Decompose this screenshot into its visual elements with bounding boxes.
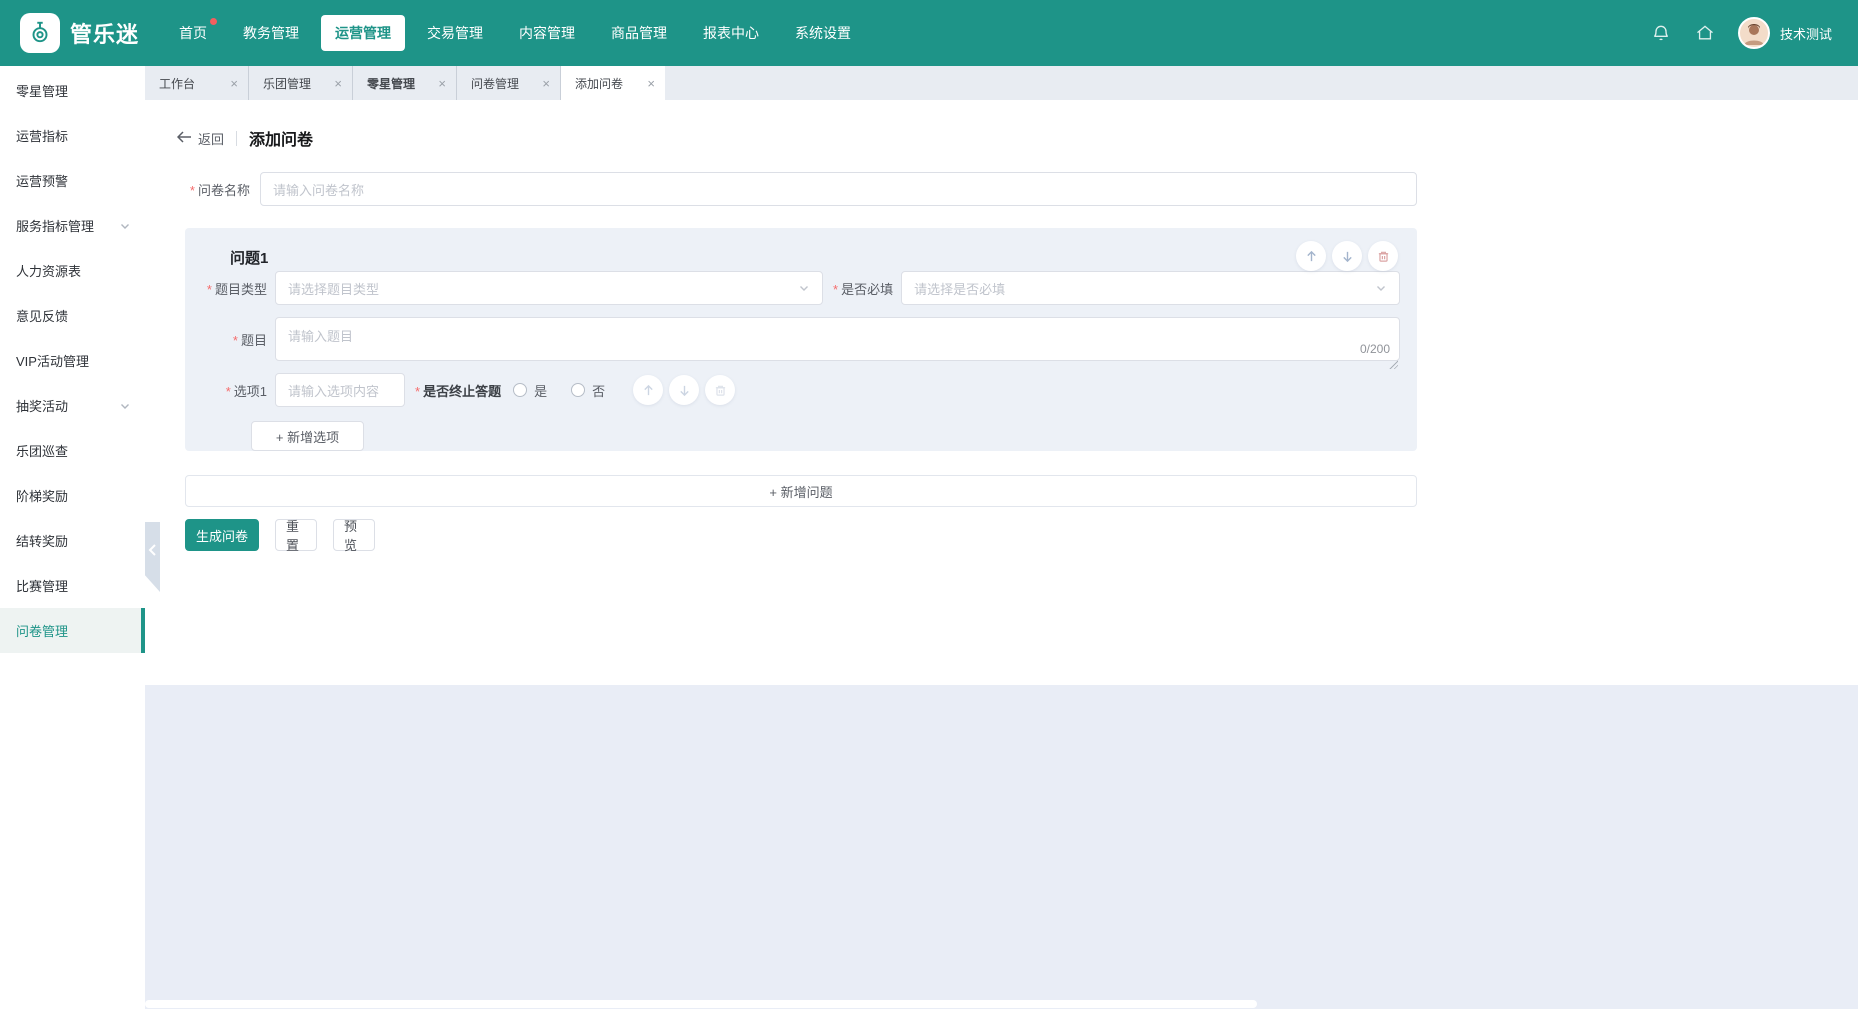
tab-add-questionnaire[interactable]: 添加问卷× (561, 66, 665, 100)
close-icon[interactable]: × (542, 77, 550, 90)
notification-dot (210, 18, 217, 25)
chevron-down-icon (798, 282, 810, 294)
nav-item-settings[interactable]: 系统设置 (781, 15, 865, 51)
tab-workbench[interactable]: 工作台× (145, 66, 249, 100)
preview-button[interactable]: 预览 (333, 519, 375, 551)
bell-icon[interactable] (1650, 22, 1672, 44)
sidebar: 零星管理 运营指标 运营预警 服务指标管理 人力资源表 意见反馈 VIP活动管理… (0, 66, 145, 1009)
radio-icon (513, 383, 527, 397)
instrument-logo-icon (27, 19, 53, 48)
nav-item-operations[interactable]: 运营管理 (321, 15, 405, 51)
move-option-down-button[interactable] (669, 375, 699, 405)
sidebar-item-competition[interactable]: 比赛管理 (0, 563, 145, 608)
avatar[interactable] (1738, 17, 1770, 49)
delete-question-button[interactable] (1368, 241, 1398, 271)
main-menu: 首页 教务管理 运营管理 交易管理 内容管理 商品管理 报表中心 系统设置 (165, 15, 865, 51)
sidebar-item-questionnaire[interactable]: 问卷管理 (0, 608, 145, 653)
questionnaire-name-input[interactable]: 请输入问卷名称 (260, 172, 1417, 206)
navbar-right: 技术测试 (1650, 17, 1832, 49)
terminate-no-radio[interactable]: 否 (571, 381, 605, 400)
top-navbar: 管乐迷 首页 教务管理 运营管理 交易管理 内容管理 商品管理 报表中心 系统设… (0, 0, 1858, 66)
option-label: 选项1 (234, 384, 267, 399)
questionnaire-name-row: *问卷名称 请输入问卷名称 (185, 172, 1417, 206)
sidebar-item-transfer-reward[interactable]: 结转奖励 (0, 518, 145, 563)
sidebar-item-lingxing[interactable]: 零星管理 (0, 68, 145, 113)
question-actions (1296, 241, 1398, 271)
questionnaire-name-label: 问卷名称 (198, 183, 250, 198)
chevron-down-icon (119, 400, 131, 412)
close-icon[interactable]: × (438, 77, 446, 90)
question-title: 问题1 (230, 241, 1400, 271)
option-content-input[interactable]: 请输入选项内容 (275, 373, 405, 407)
tab-questionnaire-management[interactable]: 问卷管理× (457, 66, 561, 100)
question-text-label: 题目 (241, 333, 267, 348)
question-type-row: *题目类型 请选择题目类型 *是否必填 请选择是否必填 (205, 271, 1400, 305)
nav-item-reports[interactable]: 报表中心 (689, 15, 773, 51)
close-icon[interactable]: × (647, 77, 655, 90)
move-question-down-button[interactable] (1332, 241, 1362, 271)
sidebar-item-yunying-yujing[interactable]: 运营预警 (0, 158, 145, 203)
back-button[interactable]: 返回 (177, 129, 224, 148)
sidebar-item-yunying-zhibiao[interactable]: 运营指标 (0, 113, 145, 158)
terminate-radio-group: 是 否 (513, 381, 605, 400)
sidebar-item-tier-reward[interactable]: 阶梯奖励 (0, 473, 145, 518)
nav-item-trade[interactable]: 交易管理 (413, 15, 497, 51)
chevron-down-icon (119, 220, 131, 232)
add-option-button[interactable]: + 新增选项 (251, 421, 364, 451)
question-type-label: 题目类型 (215, 282, 267, 297)
horizontal-scrollbar[interactable] (145, 1000, 1257, 1008)
question-text-row: *题目 请输入题目 0/200 (205, 317, 1400, 361)
question-text-textarea[interactable]: 请输入题目 (275, 317, 1400, 361)
sidebar-item-band-inspection[interactable]: 乐团巡查 (0, 428, 145, 473)
sidebar-item-lottery[interactable]: 抽奖活动 (0, 383, 145, 428)
char-counter: 0/200 (1360, 342, 1390, 356)
question-type-select[interactable]: 请选择题目类型 (275, 271, 823, 305)
nav-item-goods[interactable]: 商品管理 (597, 15, 681, 51)
nav-item-academic[interactable]: 教务管理 (229, 15, 313, 51)
sidebar-item-vip-activity[interactable]: VIP活动管理 (0, 338, 145, 383)
required-label: 是否必填 (841, 282, 893, 297)
close-icon[interactable]: × (334, 77, 342, 90)
tab-lingxing-management[interactable]: 零星管理× (353, 66, 457, 100)
back-arrow-icon (177, 131, 192, 146)
page-content: 返回 添加问卷 *问卷名称 请输入问卷名称 问题1 (145, 100, 1858, 685)
sidebar-item-hr-table[interactable]: 人力资源表 (0, 248, 145, 293)
tab-band-management[interactable]: 乐团管理× (249, 66, 353, 100)
move-question-up-button[interactable] (1296, 241, 1326, 271)
brand-logo (20, 13, 60, 53)
reset-button[interactable]: 重置 (275, 519, 317, 551)
brand-name: 管乐迷 (70, 17, 139, 49)
terminate-yes-radio[interactable]: 是 (513, 381, 547, 400)
home-icon[interactable] (1694, 22, 1716, 44)
page-header: 返回 添加问卷 (177, 126, 1858, 150)
nav-item-home[interactable]: 首页 (165, 15, 221, 51)
form-actions: 生成问卷 重置 预览 (185, 519, 1858, 551)
chevron-down-icon (1375, 282, 1387, 294)
tab-bar: 工作台× 乐团管理× 零星管理× 问卷管理× 添加问卷× (145, 66, 1858, 100)
required-select[interactable]: 请选择是否必填 (901, 271, 1400, 305)
option-row: *选项1 请输入选项内容 *是否终止答题 是 否 (205, 373, 1400, 407)
close-icon[interactable]: × (230, 77, 238, 90)
main-area: 工作台× 乐团管理× 零星管理× 问卷管理× 添加问卷× 返回 添加问卷 *问卷… (145, 66, 1858, 1009)
move-option-up-button[interactable] (633, 375, 663, 405)
sidebar-item-service-metrics[interactable]: 服务指标管理 (0, 203, 145, 248)
sidebar-item-feedback[interactable]: 意见反馈 (0, 293, 145, 338)
username[interactable]: 技术测试 (1780, 24, 1832, 43)
question-card: 问题1 *题目类型 请选择题目类型 (185, 228, 1417, 451)
option-actions (633, 375, 735, 405)
add-question-button[interactable]: + 新增问题 (185, 475, 1417, 507)
delete-option-button[interactable] (705, 375, 735, 405)
generate-questionnaire-button[interactable]: 生成问卷 (185, 519, 259, 551)
terminate-label: 是否终止答题 (423, 384, 501, 399)
divider (236, 131, 237, 146)
nav-item-content[interactable]: 内容管理 (505, 15, 589, 51)
page-title: 添加问卷 (249, 126, 313, 150)
radio-icon (571, 383, 585, 397)
